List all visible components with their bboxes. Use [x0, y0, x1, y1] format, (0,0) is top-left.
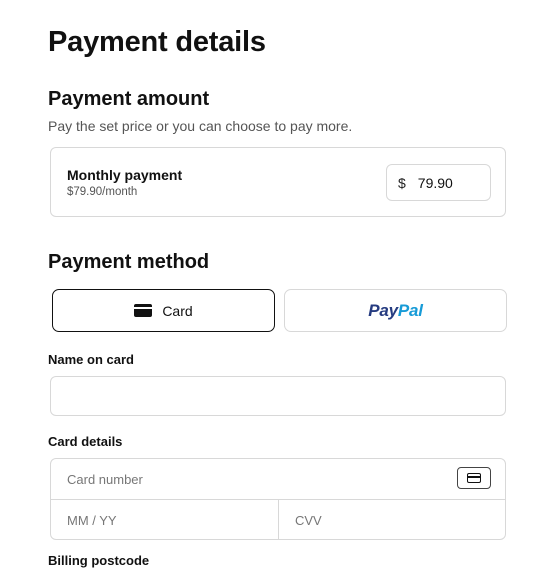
page-title: Payment details: [48, 26, 266, 58]
cvv-field[interactable]: CVV: [295, 513, 322, 528]
paypal-logo: PayPal: [368, 301, 423, 321]
paypal-logo-pay: Pay: [368, 300, 398, 320]
payment-amount-subtitle: Pay the set price or you can choose to p…: [48, 118, 353, 134]
card-details-group: Card number MM / YY CVV: [50, 458, 506, 540]
paypal-method-button[interactable]: PayPal: [284, 289, 507, 332]
billing-postcode-label: Billing postcode: [48, 553, 150, 568]
monthly-payment-title: Monthly payment: [67, 167, 183, 183]
card-number-field[interactable]: Card number: [51, 459, 505, 500]
credit-card-icon: [134, 304, 153, 317]
currency-symbol: $: [398, 174, 406, 191]
card-number-placeholder: Card number: [67, 472, 143, 487]
expiry-field[interactable]: MM / YY: [67, 513, 117, 528]
card-brand-icon: [457, 467, 491, 489]
monthly-payment-card: Monthly payment $79.90/month $ 79.90: [50, 147, 506, 217]
card-details-label: Card details: [48, 434, 123, 449]
name-on-card-input[interactable]: [50, 376, 506, 416]
card-outline-icon: [467, 473, 481, 483]
card-details-divider: [278, 500, 279, 540]
name-on-card-label: Name on card: [48, 352, 134, 367]
amount-value: 79.90: [417, 174, 453, 191]
card-method-button[interactable]: Card: [52, 289, 275, 332]
card-method-label: Card: [162, 302, 193, 319]
amount-input[interactable]: $ 79.90: [386, 164, 491, 201]
paypal-logo-pal: Pal: [397, 300, 423, 320]
monthly-payment-price: $79.90/month: [67, 186, 138, 198]
payment-method-heading: Payment method: [48, 251, 210, 273]
payment-amount-heading: Payment amount: [48, 88, 210, 110]
